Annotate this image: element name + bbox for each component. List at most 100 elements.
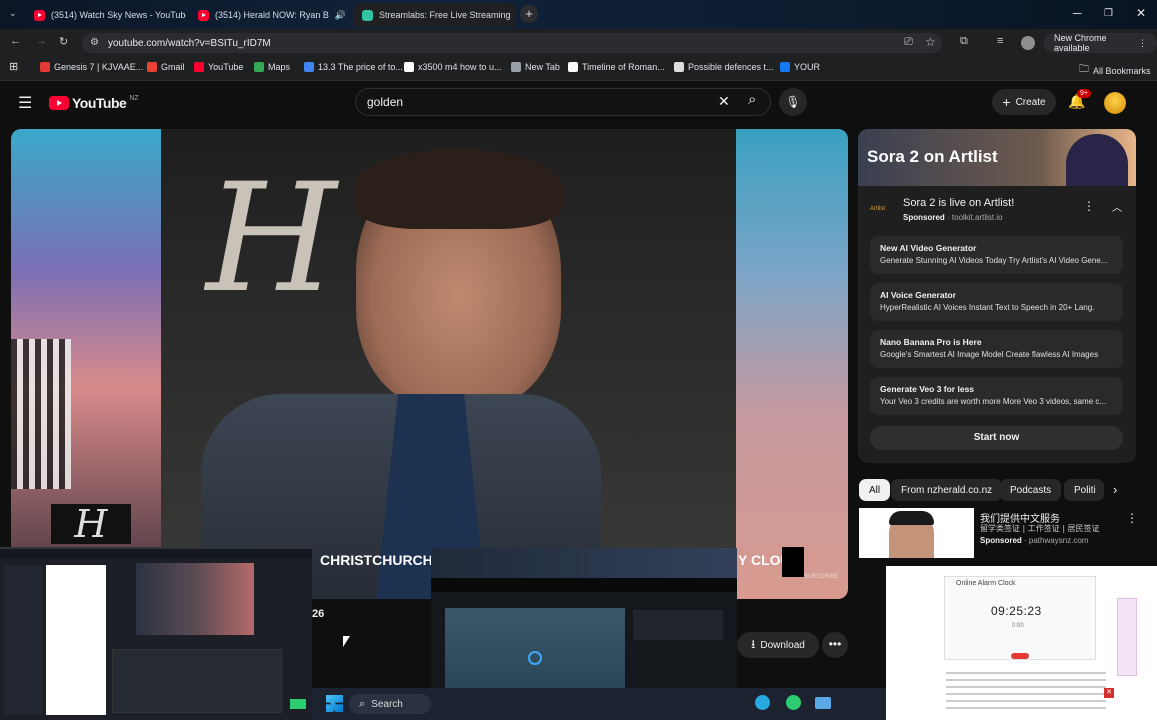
download-label: Download [760, 639, 805, 651]
chips-next-icon[interactable]: › [1113, 482, 1117, 497]
second-ad-menu-icon[interactable]: ⋮ [1126, 511, 1138, 525]
apps-grid-icon[interactable]: ⊞ [9, 60, 18, 73]
bookmark-label: Possible defences t... [688, 62, 774, 72]
bookmark-label: Timeline of Roman... [582, 62, 665, 72]
bookmark-item[interactable]: Genesis 7 | KJVAAE... [40, 62, 143, 72]
chip-podcasts[interactable]: Podcasts [1000, 479, 1062, 501]
voice-search-icon[interactable]: 🎙 [779, 88, 807, 116]
ad-menu-icon[interactable]: ⋮ [1083, 199, 1095, 213]
preview-video-frame [136, 563, 254, 635]
ad-card: Sora 2 on Artlist Artlist Sora 2 is live… [858, 129, 1136, 463]
partial-title-text: 26 [312, 608, 325, 620]
back-icon[interactable]: ← [10, 35, 21, 47]
new-chrome-button[interactable]: New Chrome available ⋮ [1044, 33, 1157, 53]
alarm-stop-button [1011, 653, 1029, 659]
app-icon[interactable] [786, 695, 801, 710]
new-tab-button[interactable]: + [520, 5, 538, 23]
clear-search-icon[interactable]: ✕ [718, 93, 730, 110]
ad-row-title: New AI Video Generator [880, 243, 977, 253]
site-info-icon[interactable]: ⚙ [90, 37, 99, 48]
background-person [11, 339, 71, 489]
taskview-icon[interactable] [815, 697, 831, 709]
download-button[interactable]: ⭳ Download [737, 632, 819, 658]
create-label: Create [1015, 96, 1046, 108]
minimize-icon[interactable]: ─ [1073, 6, 1082, 20]
menu-icon[interactable]: ☰ [18, 93, 32, 113]
second-ad-domain: pathwaysnz.com [1028, 536, 1089, 545]
preview-news-video [445, 608, 625, 688]
tab-herald-now[interactable]: (3514) Herald NOW: Ryan B 🔊 ✕ [190, 3, 350, 27]
taskbar-search[interactable]: ⌕ Search [349, 694, 431, 714]
profile-avatar-icon[interactable] [1021, 36, 1035, 50]
reload-icon[interactable]: ↻ [59, 35, 68, 48]
bookmark-item[interactable]: Timeline of Roman... [568, 62, 665, 72]
globe-icon [511, 62, 521, 72]
logo-text: YouTube [72, 95, 127, 111]
maximize-icon[interactable]: ❐ [1104, 8, 1113, 19]
facebook-icon [780, 62, 790, 72]
bookmark-item[interactable]: Gmail [147, 62, 185, 72]
forward-icon[interactable]: → [36, 35, 47, 47]
chip-from-nzherald[interactable]: From nzherald.co.nz [891, 479, 1003, 501]
ad-domain: toolkit.artlist.io [951, 213, 1003, 222]
bookmark-item[interactable]: New Tab [511, 62, 560, 72]
bookmark-star-icon[interactable]: ☆ [925, 35, 936, 49]
close-ad-icon[interactable]: ✕ [1104, 688, 1114, 698]
bookmark-item[interactable]: Possible defences t... [674, 62, 774, 72]
bookmark-item[interactable]: x3500 m4 how to u... [404, 62, 502, 72]
artlist-logo: Artlist [870, 206, 885, 212]
ad-row[interactable]: Generate Veo 3 for less Your Veo 3 credit… [870, 377, 1123, 415]
more-actions-icon[interactable]: ••• [822, 632, 848, 658]
herald-watermark-logo: H [51, 504, 131, 544]
bookmark-label: YouTube [208, 62, 244, 72]
all-bookmarks[interactable]: 🗀 All Bookmarks [1079, 62, 1151, 79]
youtube-favicon-icon [198, 9, 209, 21]
lower-third-block [782, 547, 804, 577]
ad-row[interactable]: AI Voice Generator HyperRealistic AI Voic… [870, 283, 1123, 321]
lower-third-text: CHRISTCHURCH [320, 552, 433, 568]
collapse-chevron-icon[interactable]: ︿ [1112, 199, 1122, 214]
maps-icon [254, 62, 264, 72]
alarm-clock-window[interactable]: Online Alarm Clock 09:25:23 0:00 ✕ [886, 560, 1157, 720]
telegram-icon[interactable] [755, 695, 770, 710]
preview-mixer [112, 649, 282, 713]
herald-tab-preview[interactable] [431, 548, 737, 688]
gmail-icon [147, 62, 157, 72]
streamlabs-preview-window[interactable] [0, 547, 312, 720]
tab-streamlabs[interactable]: Streamlabs: Free Live Streaming ✕ [354, 3, 516, 27]
alarm-page-text [946, 672, 1106, 712]
tab-search-icon[interactable]: ⌄ [9, 8, 17, 19]
bookmark-icon [40, 62, 50, 72]
youtube-logo-icon [49, 96, 69, 110]
omnibox[interactable]: ⚙ youtube.com/watch?v=BSITu_rID7M ⎚ ☆ [82, 33, 942, 53]
chip-all[interactable]: All [859, 479, 891, 501]
close-window-icon[interactable]: ✕ [1136, 6, 1146, 20]
create-button[interactable]: + Create [992, 89, 1056, 115]
tab-title: (3514) Herald NOW: Ryan B [215, 10, 329, 20]
chip-politics[interactable]: Politi [1064, 479, 1104, 501]
youtube-logo[interactable]: YouTube NZ [49, 95, 139, 111]
install-app-icon[interactable]: ⎚ [904, 36, 913, 49]
video-player[interactable]: H H CHRISTCHURCH Y CLOU SUBSCRIBE [11, 129, 848, 599]
search-input[interactable]: golden ✕ ⌕ [355, 88, 771, 116]
tab-sky-news[interactable]: (3514) Watch Sky News - YouTube ✕ [26, 3, 186, 27]
ad-title[interactable]: Sora 2 is live on Artlist! [903, 197, 1014, 209]
bookmark-label: Gmail [161, 62, 185, 72]
extensions-icon[interactable]: ⧉ [960, 35, 968, 48]
media-icon[interactable]: ≡ [997, 35, 1003, 47]
audio-icon[interactable]: 🔊 [335, 10, 346, 21]
cl-icon [674, 62, 684, 72]
ad-row[interactable]: Nano Banana Pro is Here Google's Smartest… [870, 330, 1123, 368]
ad-thumbnail[interactable] [859, 508, 974, 558]
search-icon[interactable]: ⌕ [748, 91, 756, 108]
presenter-hair [353, 149, 563, 229]
second-ad-desc: 留学类签证 | 工作签证 | 居民签证 [980, 524, 1100, 533]
account-avatar[interactable] [1104, 92, 1126, 114]
bookmark-item[interactable]: 13.3 The price of to... [304, 62, 403, 72]
bookmark-item[interactable]: Maps [254, 62, 290, 72]
ad-row[interactable]: New AI Video Generator Generate Stunning … [870, 236, 1123, 274]
plus-icon: + [1002, 94, 1011, 110]
bookmark-item[interactable]: YouTube [194, 62, 243, 72]
start-now-button[interactable]: Start now [870, 426, 1123, 450]
bookmark-item[interactable]: YOUR [780, 62, 820, 72]
